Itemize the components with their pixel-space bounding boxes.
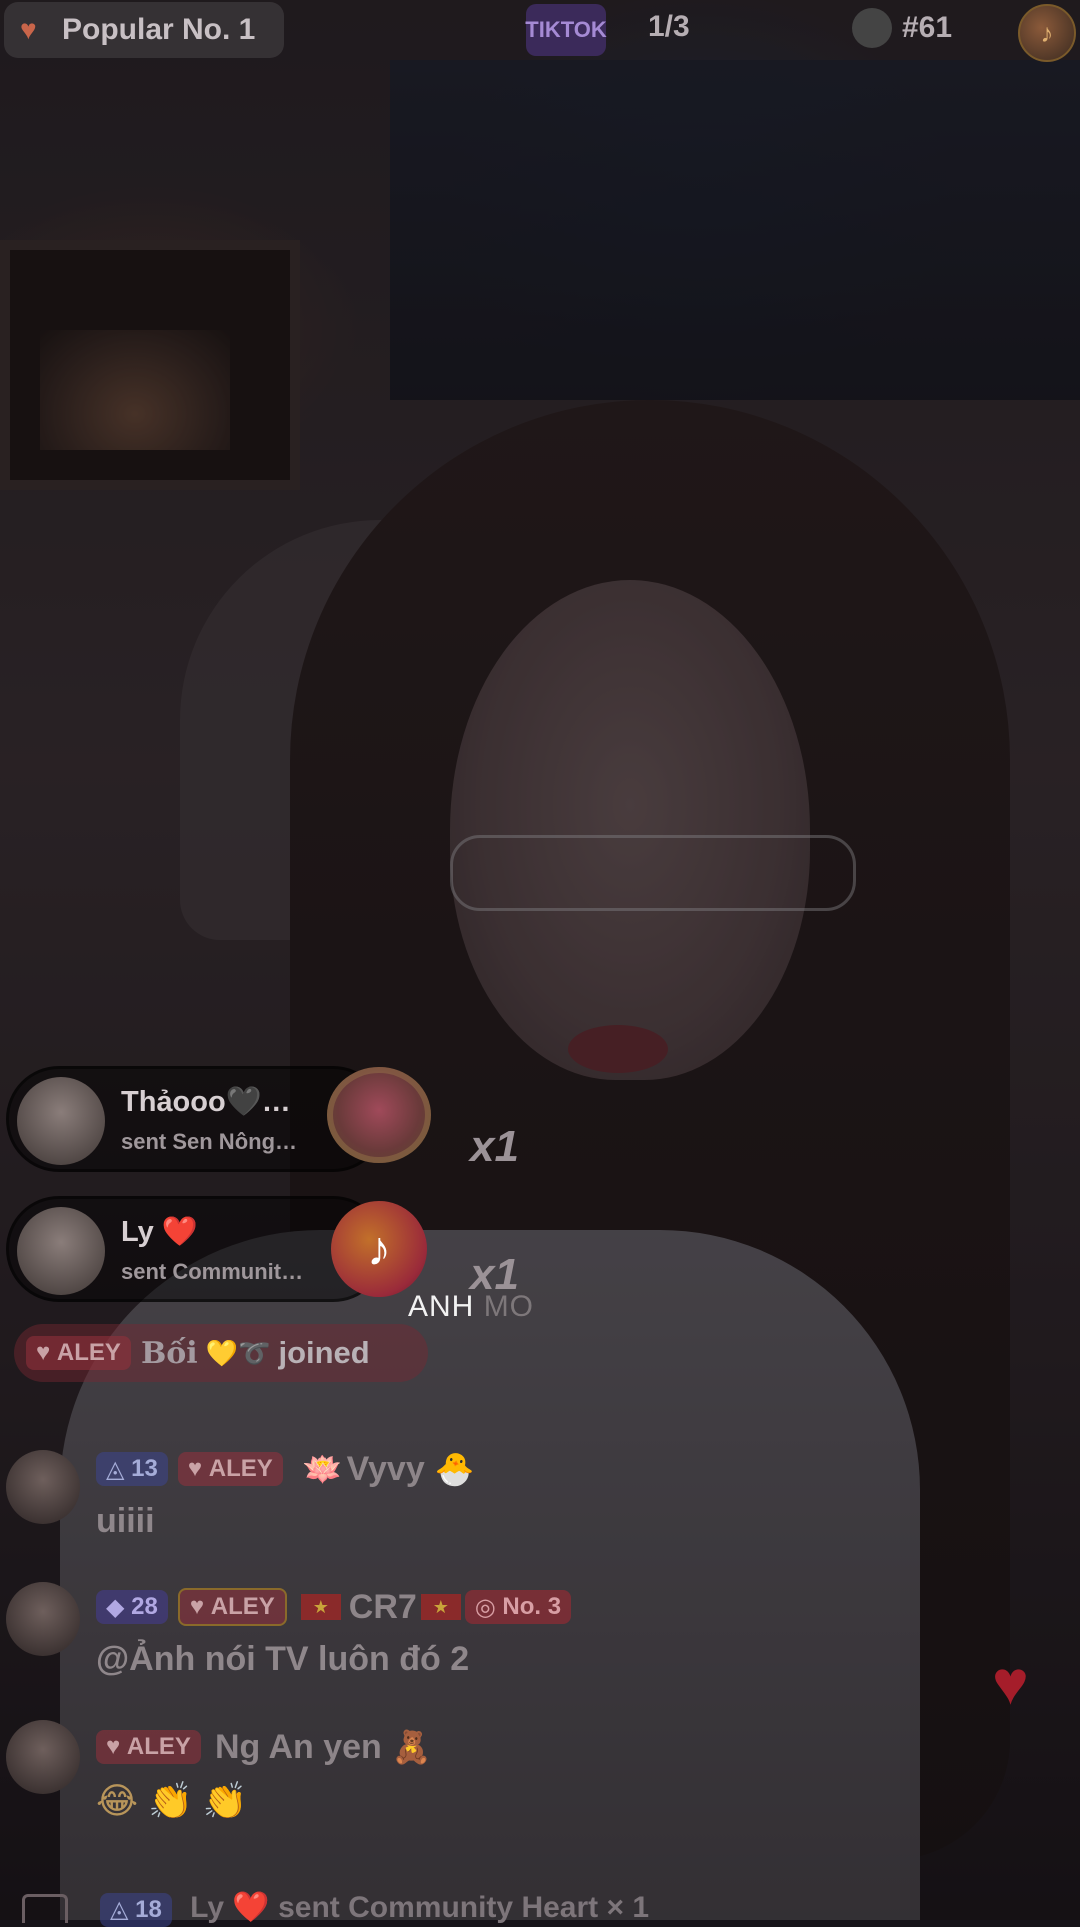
avatar[interactable] [6, 1720, 80, 1794]
gift-sender-name: Thảooo🖤… [121, 1086, 291, 1118]
rank-badge-label: No. 3 [502, 1593, 562, 1620]
tiktok-icon[interactable]: ♪ [1018, 4, 1076, 62]
gift-action: sent Sen Nông… [121, 1129, 298, 1154]
fan-club-badge-label: ALEY [208, 1455, 273, 1482]
level-number: 18 [135, 1895, 162, 1923]
popular-ranking-pill[interactable]: ♥ Popular No. 1 [4, 2, 284, 58]
rank-avatar [852, 8, 892, 48]
chat-text: 😂 👏 👏 [96, 1780, 248, 1821]
fan-club-badge: ♥ ALEY [96, 1730, 201, 1764]
level-badge: ◆ 28 [96, 1590, 168, 1624]
caption-faded: MO [483, 1290, 535, 1323]
chat-header: ♥ ALEY Ng An yen 🧸 [96, 1722, 432, 1772]
tiktok-event-badge[interactable]: TIKTOK [525, 4, 607, 56]
chat-user-name[interactable]: Vyvy [347, 1450, 425, 1489]
top-bar: ♥ Popular No. 1 TIKTOK 1/3 #61 ♪ [0, 0, 1080, 62]
chat-text: uiiii [96, 1502, 155, 1540]
avatar [17, 1077, 105, 1165]
bottom-notice-multiplier: × 1 [606, 1891, 650, 1924]
chat-user-name[interactable]: CR7 [349, 1588, 417, 1627]
flag-icon: ★ [420, 1594, 461, 1620]
avatar [17, 1207, 105, 1295]
joined-user-emoji: 💛➰ [205, 1337, 271, 1368]
fan-club-badge: ♥ ALEY [177, 1588, 287, 1626]
level-badge: ◬ 13 [96, 1452, 168, 1486]
gift-toast[interactable]: Thảooo🖤… sent Sen Nông… [6, 1066, 431, 1172]
gift-box-icon[interactable] [22, 1894, 68, 1923]
rank-badge: ◎ No. 3 [464, 1590, 572, 1624]
floating-heart-icon: ♥ [992, 1649, 1029, 1718]
chat-user-name[interactable]: Ng An yen [215, 1728, 382, 1767]
joined-verb: joined [278, 1335, 370, 1370]
fan-club-badge: ♥ ALEY [177, 1452, 283, 1486]
level-number: 28 [131, 1593, 158, 1620]
chick-icon: 🐣 [434, 1451, 475, 1487]
fan-club-badge-label: ALEY [56, 1339, 121, 1366]
joined-user-name: Bối [140, 1335, 198, 1371]
chat-text: @Ảnh nói TV luôn đó 2 [96, 1640, 470, 1678]
gift-multiplier: x1 [470, 1122, 519, 1171]
fan-club-badge: ♥ ALEY [26, 1336, 131, 1370]
avatar[interactable] [6, 1582, 80, 1656]
chat-header: ◬ 13 ♥ ALEY 🪷 Vyvy 🐣 [96, 1444, 475, 1494]
lotus-heart-gift-icon [327, 1067, 431, 1163]
chat-header: ◆ 28 ♥ ALEY ★ CR7 ★ ◎ No. 3 [96, 1582, 581, 1632]
fan-club-badge-label: ALEY [210, 1593, 275, 1620]
gift-action: sent Communit… [121, 1259, 304, 1284]
fan-club-badge-label: ALEY [126, 1733, 191, 1760]
video-caption: ANH MO [408, 1290, 534, 1324]
rank-indicator[interactable]: #61 [852, 8, 952, 48]
popular-label: Popular No. 1 [62, 13, 256, 46]
lotus-icon: 🪷 [302, 1451, 343, 1487]
rank-label: #61 [902, 11, 953, 44]
join-banner: ♥ ALEY Bối 💛➰ joined [14, 1324, 428, 1382]
gift-toast[interactable]: Ly ❤️ sent Communit… ♪ [6, 1196, 427, 1302]
dim-overlay [0, 0, 1080, 1920]
flag-icon: ★ [300, 1594, 341, 1620]
tiktok-heart-gift-icon: ♪ [331, 1201, 427, 1297]
level-number: 13 [131, 1455, 158, 1482]
page-counter: 1/3 [648, 10, 690, 43]
bottom-gift-notice: ◬ 18 Ly ❤️ sent Community Heart × 1 [0, 1890, 1080, 1927]
avatar[interactable] [6, 1450, 80, 1524]
level-badge: ◬ 18 [100, 1892, 172, 1927]
bottom-notice-message: Ly ❤️ sent Community Heart [190, 1891, 599, 1924]
heart-flame-icon: ♥ [20, 14, 37, 45]
caption-visible: ANH [408, 1290, 484, 1323]
gift-sender-name: Ly ❤️ [121, 1216, 198, 1248]
bottom-notice-text: ◬ 18 Ly ❤️ sent Community Heart × 1 [100, 1890, 649, 1927]
teddy-bear-icon: 🧸 [391, 1729, 432, 1765]
